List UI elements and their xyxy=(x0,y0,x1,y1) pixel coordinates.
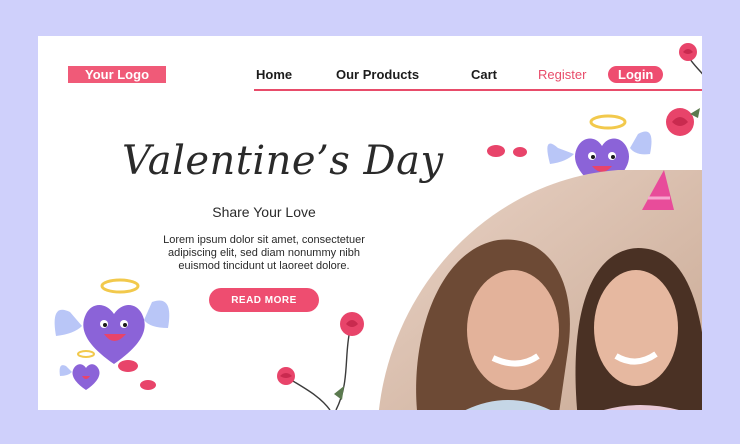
rose-icon xyxy=(666,108,700,136)
hero-description: Lorem ipsum dolor sit amet, consectetuer… xyxy=(163,234,365,272)
lips-icon xyxy=(118,360,156,390)
logo[interactable]: Your Logo xyxy=(68,66,166,83)
nav-underline xyxy=(254,89,702,91)
login-button[interactable]: Login xyxy=(608,66,664,83)
rose-icon xyxy=(277,312,364,410)
page-title: Valentine’s Day xyxy=(122,138,444,184)
rose-icon xyxy=(679,43,702,75)
nav-cart[interactable]: Cart xyxy=(471,65,497,85)
nav-register[interactable]: Register xyxy=(538,65,586,85)
page-subtitle: Share Your Love xyxy=(212,204,316,220)
landing-page: Your Logo Home Our Products Cart Registe… xyxy=(38,36,702,410)
nav-our-products[interactable]: Our Products xyxy=(336,65,419,85)
heart-angel-icon xyxy=(59,350,100,390)
nav-home[interactable]: Home xyxy=(256,65,292,85)
party-hat-icon xyxy=(642,170,674,210)
lips-icon xyxy=(487,145,527,157)
